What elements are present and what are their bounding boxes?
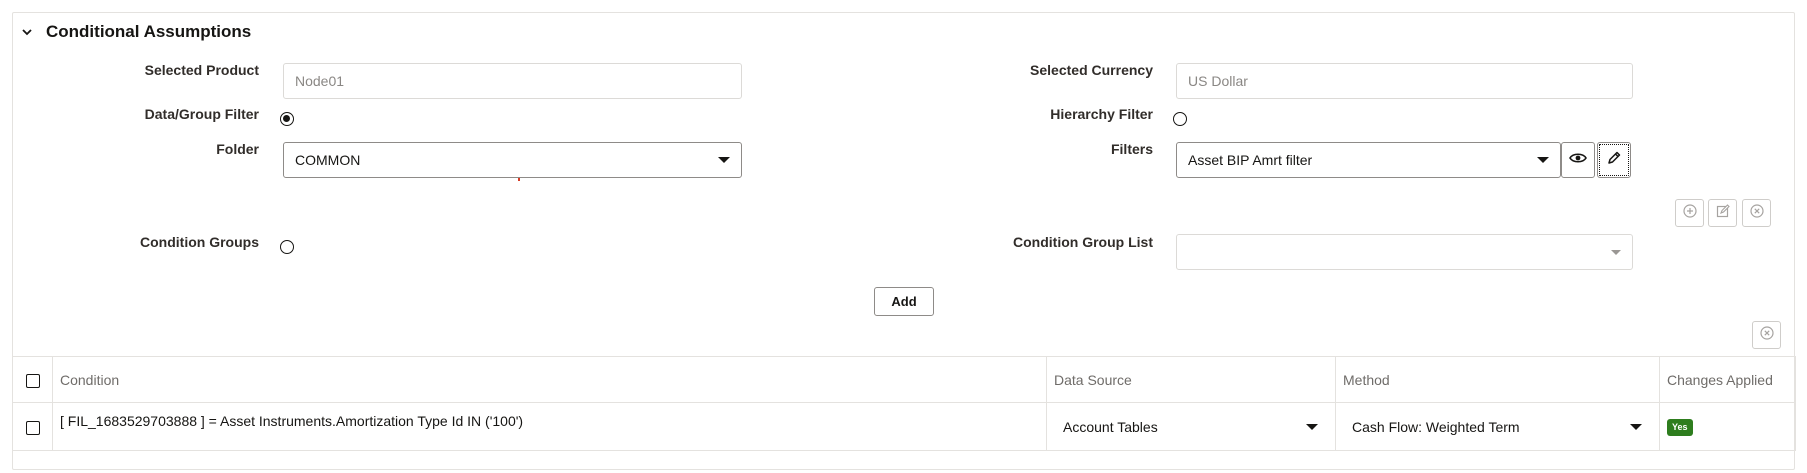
selected-currency-label: Selected Currency <box>1030 62 1153 78</box>
select-all-cell <box>12 356 53 403</box>
changes-applied-badge: Yes <box>1667 419 1693 436</box>
column-header-condition[interactable]: Condition <box>52 356 1047 403</box>
condition-text: [ FIL_1683529703888 ] = Asset Instrument… <box>60 412 524 429</box>
data-source-select[interactable]: Account Tables <box>1054 419 1328 435</box>
add-button[interactable]: Add <box>874 287 934 316</box>
row-checkbox[interactable] <box>25 420 40 435</box>
select-all-checkbox[interactable] <box>25 373 40 388</box>
filters-value: Asset BIP Amrt filter <box>1188 152 1313 168</box>
method-select[interactable]: Cash Flow: Weighted Term <box>1343 419 1652 435</box>
close-circle-icon <box>1749 203 1764 223</box>
column-header-data-source[interactable]: Data Source <box>1046 356 1336 403</box>
hierarchy-filter-radio[interactable] <box>1173 112 1187 126</box>
condition-cell: [ FIL_1683529703888 ] = Asset Instrument… <box>52 402 1047 451</box>
filters-select[interactable]: Asset BIP Amrt filter <box>1176 142 1561 178</box>
conditions-table: Condition Data Source Method Changes App… <box>12 356 1796 451</box>
chevron-down-icon[interactable] <box>18 23 36 41</box>
condition-groups-label: Condition Groups <box>140 234 259 250</box>
data-group-filter-label: Data/Group Filter <box>144 106 259 122</box>
section-header[interactable]: Conditional Assumptions <box>18 22 251 42</box>
view-filter-button[interactable] <box>1561 142 1595 178</box>
remove-condition-group-button[interactable] <box>1742 199 1771 227</box>
changes-applied-cell: Yes <box>1659 402 1796 451</box>
edit-filter-button[interactable] <box>1597 142 1631 178</box>
section-title: Conditional Assumptions <box>46 22 252 41</box>
column-header-changes-applied[interactable]: Changes Applied <box>1659 356 1796 403</box>
condition-group-list-label: Condition Group List <box>1013 234 1153 250</box>
folder-value: COMMON <box>295 152 361 168</box>
caret-down-icon <box>1611 249 1621 255</box>
add-condition-group-button[interactable] <box>1675 199 1704 227</box>
selected-currency-field: US Dollar <box>1176 63 1633 99</box>
data-group-filter-radio[interactable] <box>280 112 294 126</box>
hierarchy-filter-label: Hierarchy Filter <box>1050 106 1153 122</box>
caret-down-icon <box>1630 423 1642 430</box>
caret-down-icon <box>1306 423 1318 430</box>
method-value: Cash Flow: Weighted Term <box>1352 418 1520 435</box>
data-source-value: Account Tables <box>1063 418 1158 435</box>
pencil-icon <box>1606 150 1622 171</box>
remove-row-button[interactable] <box>1752 321 1781 349</box>
validation-mark <box>518 178 520 181</box>
caret-down-icon <box>1537 157 1549 163</box>
table-row: [ FIL_1683529703888 ] = Asset Instrument… <box>12 402 1796 451</box>
folder-select[interactable]: COMMON <box>283 142 742 178</box>
eye-icon <box>1569 151 1587 170</box>
condition-groups-radio[interactable] <box>280 240 294 254</box>
close-circle-icon <box>1759 325 1774 345</box>
edit-square-icon <box>1716 203 1730 223</box>
plus-circle-icon <box>1682 203 1697 223</box>
row-select-cell <box>12 402 53 451</box>
edit-condition-group-button[interactable] <box>1708 199 1737 227</box>
column-header-method[interactable]: Method <box>1335 356 1660 403</box>
folder-label: Folder <box>216 141 259 157</box>
selected-product-field: Node01 <box>283 63 742 99</box>
data-source-cell: Account Tables <box>1046 402 1336 451</box>
caret-down-icon <box>718 157 730 163</box>
table-header-row: Condition Data Source Method Changes App… <box>12 356 1796 403</box>
condition-group-list-select[interactable] <box>1176 234 1633 270</box>
filters-label: Filters <box>1110 141 1153 157</box>
method-cell: Cash Flow: Weighted Term <box>1335 402 1660 451</box>
selected-product-label: Selected Product <box>144 62 259 78</box>
